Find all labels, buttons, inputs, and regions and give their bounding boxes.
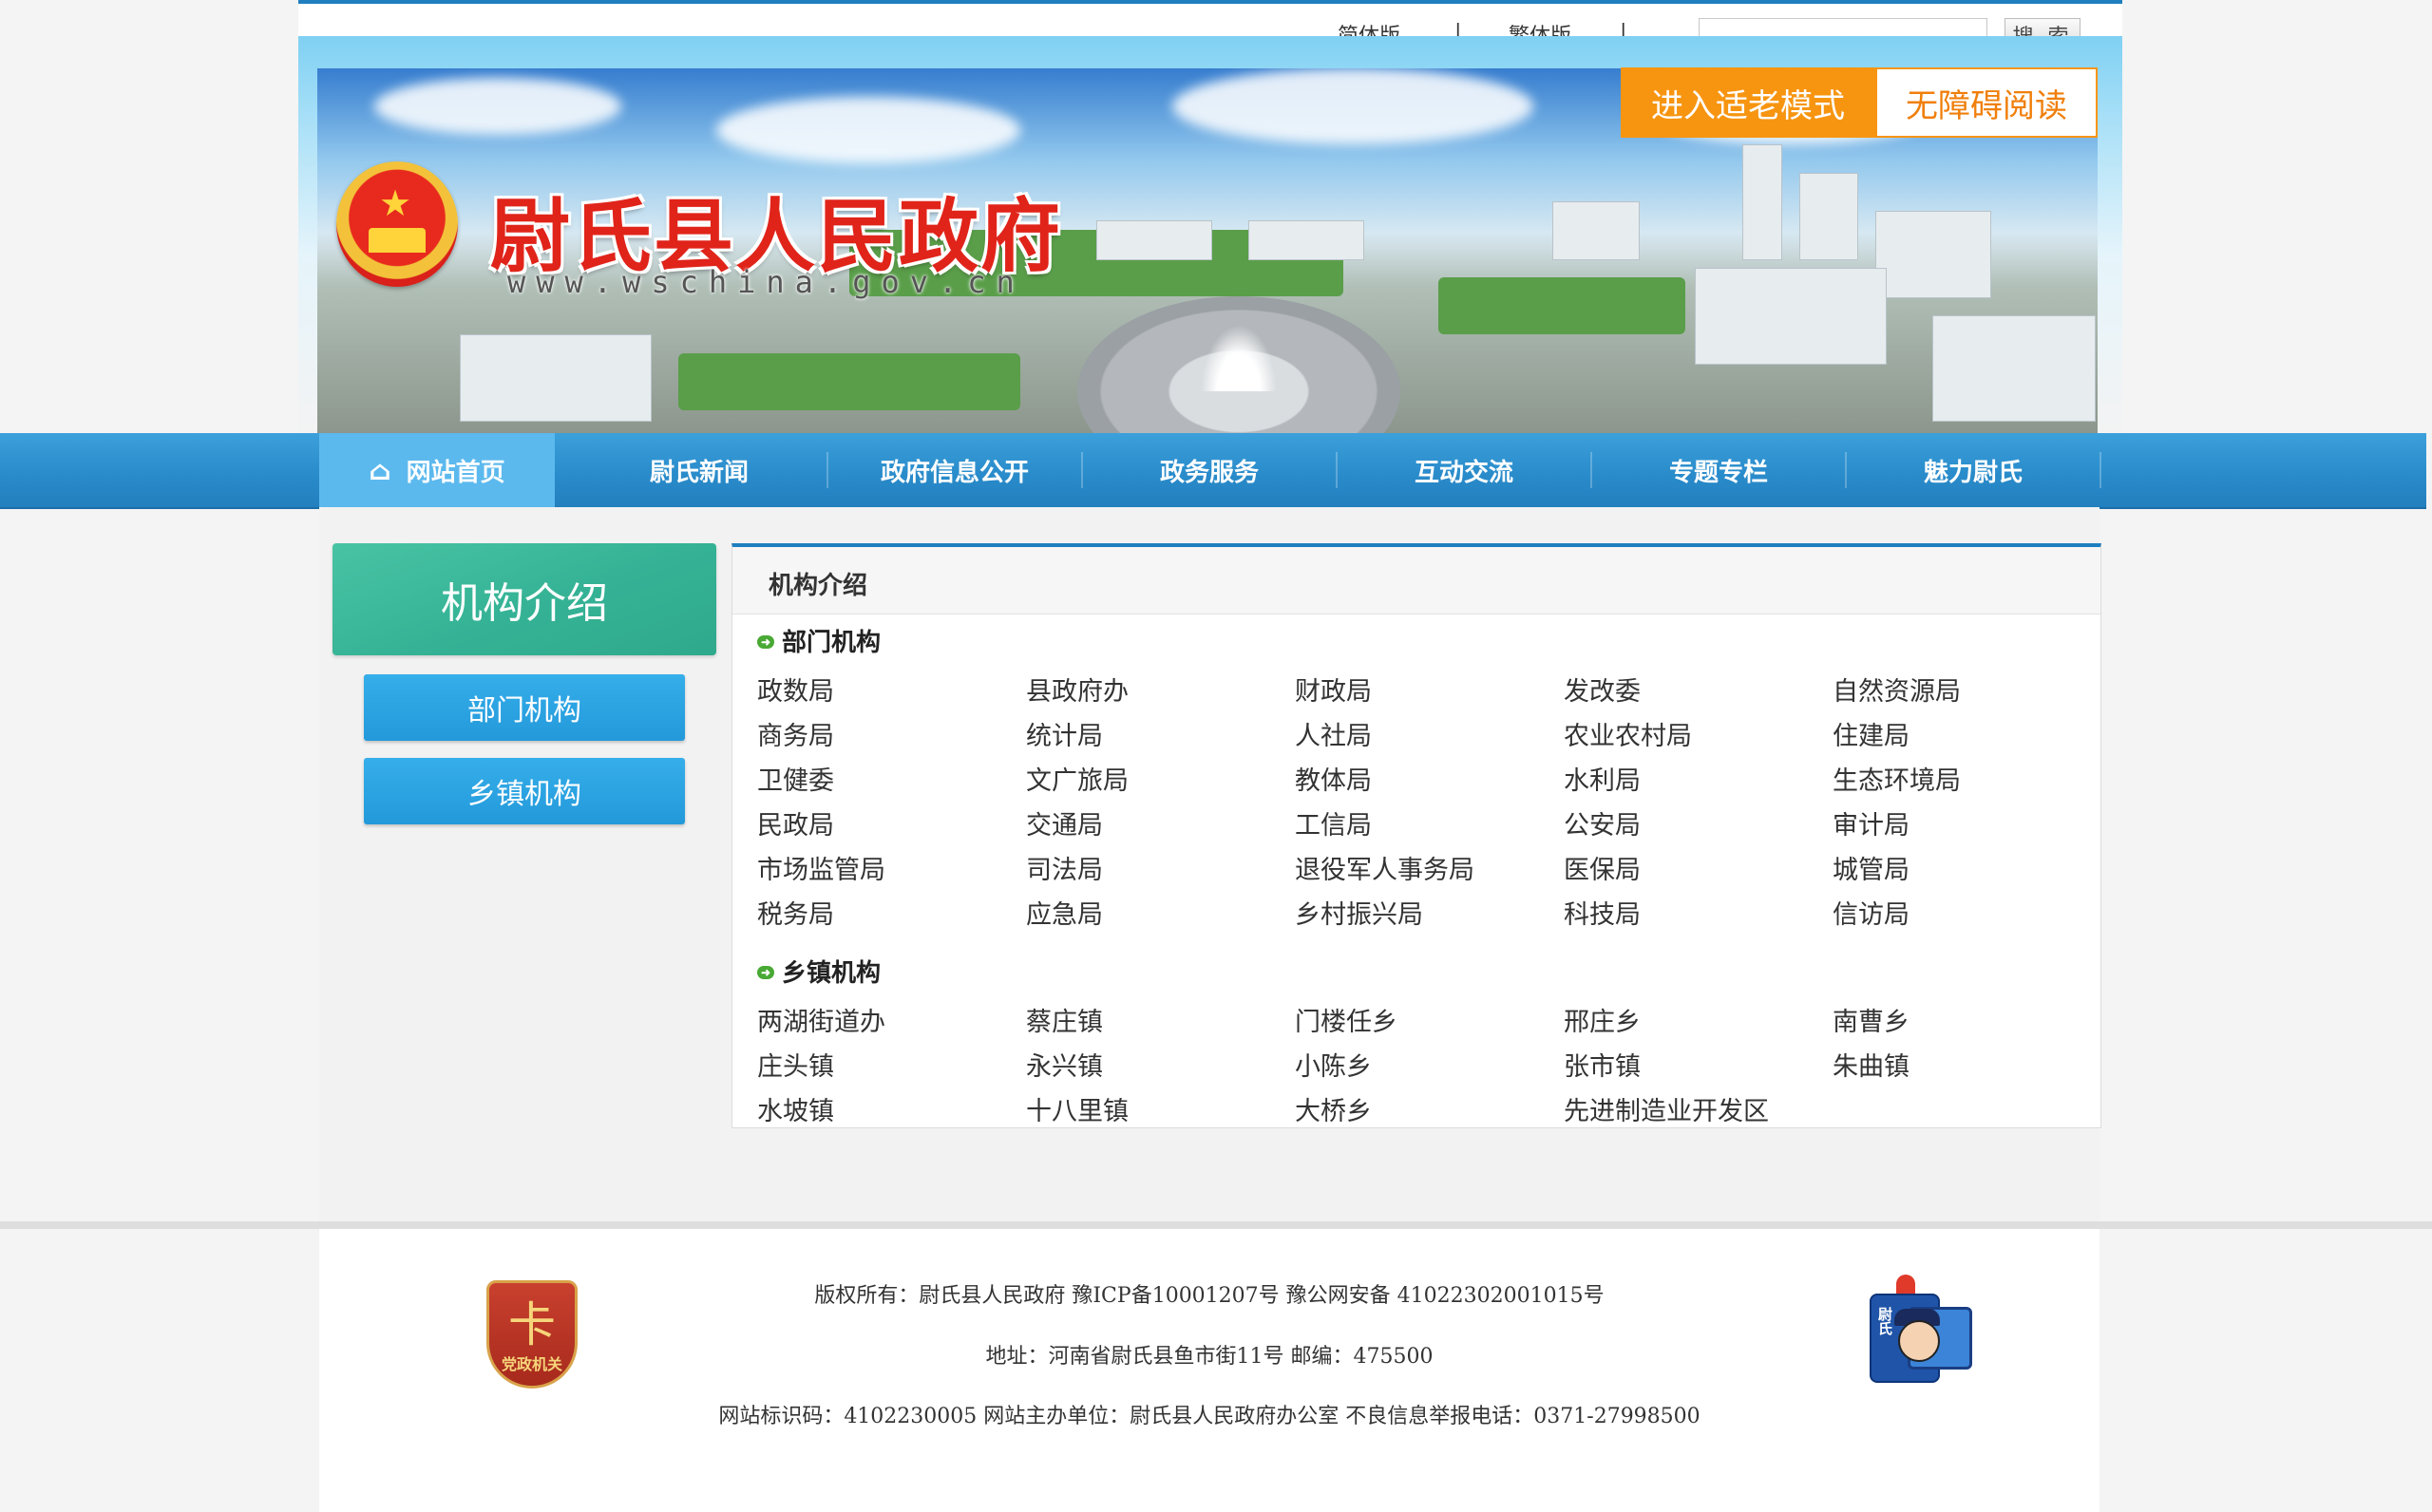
fountain-image (1201, 325, 1277, 391)
nav-item-topics[interactable]: 专题专栏 (1592, 433, 1845, 507)
org-link[interactable]: 朱曲镇 (1833, 1046, 1910, 1083)
org-link[interactable]: 永兴镇 (1026, 1046, 1103, 1083)
site-identifier-text: 网站标识码：4102230005 网站主办单位：尉氏县人民政府办公室 不良信息举… (718, 1405, 1700, 1428)
org-link[interactable]: 小陈乡 (1295, 1046, 1372, 1083)
org-link[interactable]: 自然资源局 (1833, 671, 1961, 708)
org-link[interactable]: 水利局 (1564, 760, 1641, 797)
org-link[interactable]: 生态环境局 (1833, 760, 1961, 797)
org-link[interactable]: 邢庄乡 (1564, 1001, 1641, 1038)
cyber-police-icon[interactable]: 尉氏 (1862, 1275, 1972, 1387)
site-domain: www.wschina.gov.cn (507, 264, 1025, 300)
org-link[interactable]: 农业农村局 (1564, 715, 1692, 752)
content-panel: 机构介绍 ➜ 部门机构政数局 县政府办 财政局 发改委 自然资源局商务局 统计局 人社局 农业农… (732, 543, 2101, 1128)
main-nav: ⌂ 网站首页 尉氏新闻 政府信息公开 政务服务 互动交流 专题专栏 魅力尉氏 (0, 433, 2426, 509)
org-link[interactable]: 审计局 (1833, 804, 1910, 841)
org-link[interactable]: 门楼任乡 (1295, 1001, 1397, 1038)
sidebar-item-departments[interactable]: 部门机构 (364, 674, 685, 741)
section-heading: ➜ 部门机构 (757, 623, 881, 658)
content-header: 机构介绍 (732, 547, 2100, 614)
arrow-right-icon: ➜ (757, 966, 774, 979)
org-link[interactable]: 应急局 (1026, 894, 1103, 931)
content-title: 机构介绍 (769, 572, 868, 600)
org-link[interactable]: 财政局 (1295, 671, 1372, 708)
org-link[interactable]: 大桥乡 (1295, 1090, 1372, 1127)
org-link[interactable]: 商务局 (757, 715, 834, 752)
accessibility-reading-button[interactable]: 无障碍阅读 (1875, 67, 2098, 138)
org-link[interactable]: 民政局 (757, 804, 834, 841)
org-link[interactable]: 统计局 (1026, 715, 1103, 752)
org-link[interactable]: 政数局 (757, 671, 834, 708)
org-link[interactable]: 南曹乡 (1833, 1001, 1910, 1038)
org-link[interactable]: 人社局 (1295, 715, 1372, 752)
org-link[interactable]: 卫健委 (757, 760, 834, 797)
national-emblem-icon: ★ (336, 161, 458, 287)
org-link[interactable]: 退役军人事务局 (1295, 849, 1474, 886)
sidebar-title: 机构介绍 (332, 543, 716, 655)
nav-item-news[interactable]: 尉氏新闻 (572, 433, 826, 507)
nav-item-label: 网站首页 (406, 458, 505, 487)
nav-item-services[interactable]: 政务服务 (1083, 433, 1336, 507)
arrow-right-icon: ➜ (757, 635, 774, 649)
org-link[interactable]: 城管局 (1833, 849, 1910, 886)
org-link[interactable]: 两湖街道办 (757, 1001, 885, 1038)
org-link[interactable]: 县政府办 (1026, 671, 1129, 708)
org-link[interactable]: 公安局 (1564, 804, 1641, 841)
org-link[interactable]: 水坡镇 (757, 1090, 834, 1127)
org-link[interactable]: 科技局 (1564, 894, 1641, 931)
address-text: 地址：河南省尉氏县鱼市街11号 邮编：475500 (985, 1345, 1434, 1369)
org-link[interactable]: 教体局 (1295, 760, 1372, 797)
elder-mode-button[interactable]: 进入适老模式 (1621, 67, 1875, 138)
home-icon: ⌂ (369, 454, 391, 486)
org-link[interactable]: 庄头镇 (757, 1046, 834, 1083)
org-link[interactable]: 工信局 (1295, 804, 1372, 841)
police-label: 尉氏 (1876, 1307, 1893, 1335)
org-link[interactable]: 乡村振兴局 (1295, 894, 1423, 931)
org-link[interactable]: 发改委 (1564, 671, 1641, 708)
org-link[interactable]: 张市镇 (1564, 1046, 1641, 1083)
nav-item-charm[interactable]: 魅力尉氏 (1847, 433, 2100, 507)
section-heading-label: 部门机构 (782, 629, 882, 657)
org-link[interactable]: 信访局 (1833, 894, 1910, 931)
sidebar-item-townships[interactable]: 乡镇机构 (364, 758, 685, 824)
org-link[interactable]: 交通局 (1026, 804, 1103, 841)
copyright-text: 版权所有：尉氏县人民政府 豫ICP备10001207号 豫公网安备 410223… (814, 1284, 1605, 1308)
org-link[interactable]: 税务局 (757, 894, 834, 931)
nav-item-interaction[interactable]: 互动交流 (1338, 433, 1590, 507)
org-link[interactable]: 十八里镇 (1026, 1090, 1129, 1127)
org-link[interactable]: 司法局 (1026, 849, 1103, 886)
org-link[interactable]: 住建局 (1833, 715, 1910, 752)
nav-divider (2100, 452, 2101, 488)
org-link[interactable]: 医保局 (1564, 849, 1641, 886)
org-link[interactable]: 文广旅局 (1026, 760, 1129, 797)
org-link[interactable]: 先进制造业开发区 (1564, 1090, 1769, 1127)
section-heading: ➜ 乡镇机构 (757, 954, 881, 989)
nav-item-home[interactable]: ⌂ 网站首页 (319, 433, 555, 507)
section-heading-label: 乡镇机构 (782, 959, 882, 988)
org-link[interactable]: 市场监管局 (757, 849, 885, 886)
org-link[interactable]: 蔡庄镇 (1026, 1001, 1103, 1038)
nav-item-gov-info[interactable]: 政府信息公开 (828, 433, 1081, 507)
footer: 卡 党政机关 版权所有：尉氏县人民政府 豫ICP备10001207号 豫公网安备… (319, 1229, 2100, 1512)
footer-divider (0, 1221, 2432, 1229)
